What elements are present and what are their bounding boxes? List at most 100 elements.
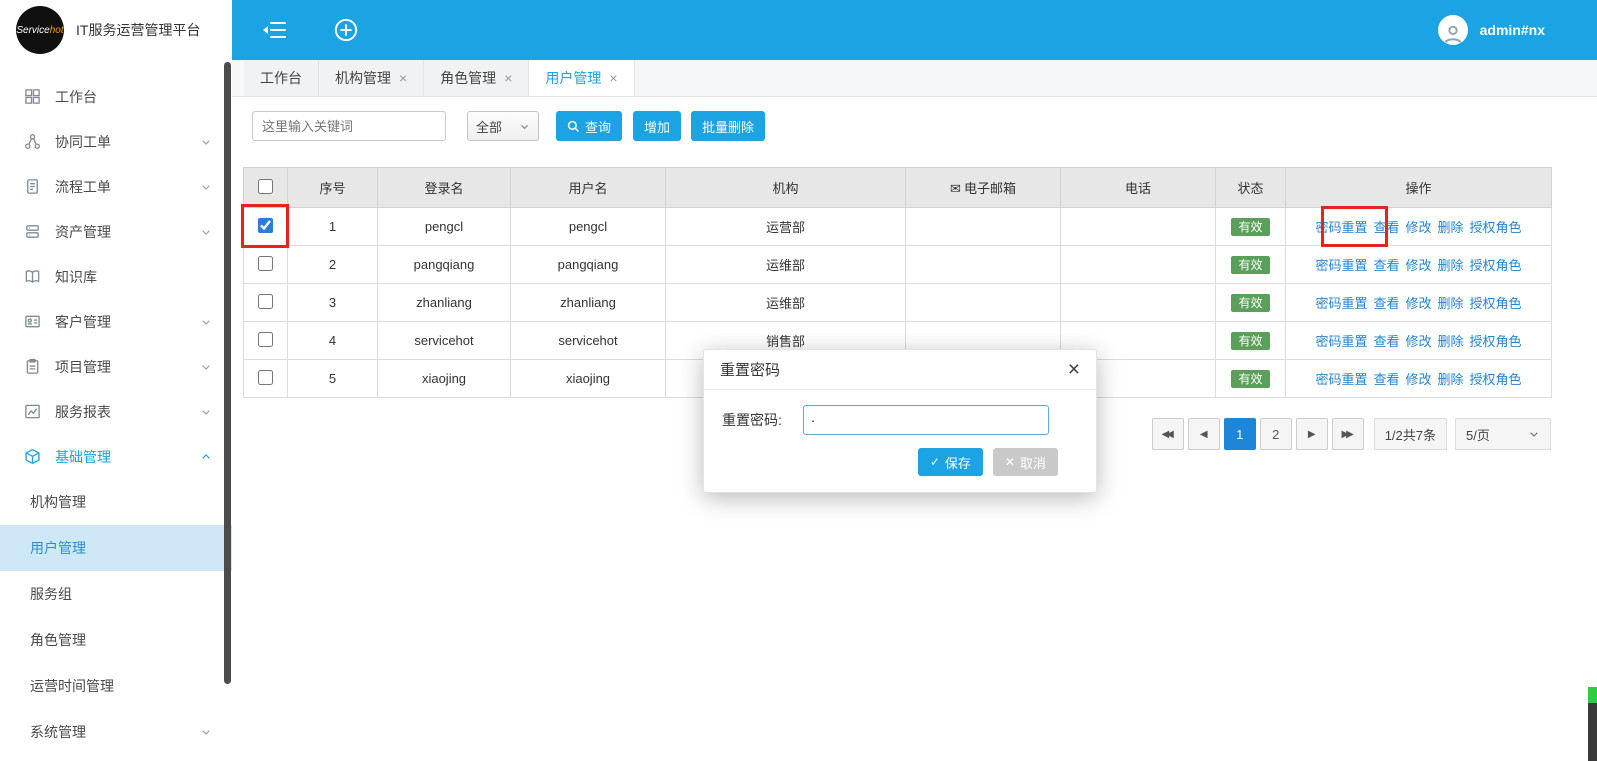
sidebar-item-service-reports[interactable]: 服务报表 xyxy=(0,389,232,434)
chevron-down-icon xyxy=(200,316,212,328)
view-link[interactable]: 查看 xyxy=(1373,334,1399,349)
sidebar-item-system-mgmt[interactable]: 系统管理 xyxy=(0,709,232,755)
next-page-button[interactable]: ▶ xyxy=(1296,418,1328,450)
table-cell: pangqiang xyxy=(511,246,666,284)
delete-link[interactable]: 删除 xyxy=(1438,372,1464,387)
page-size-select[interactable]: 5/页 xyxy=(1455,418,1551,450)
row-checkbox[interactable] xyxy=(258,218,273,233)
tab-workbench[interactable]: 工作台 xyxy=(244,60,319,96)
table-cell: 有效 xyxy=(1216,322,1286,360)
close-icon[interactable]: × xyxy=(504,70,512,86)
view-link[interactable]: 查看 xyxy=(1373,372,1399,387)
username: admin#nx xyxy=(1480,22,1545,38)
user-menu[interactable]: admin#nx xyxy=(1438,15,1545,45)
edit-link[interactable]: 修改 xyxy=(1405,220,1431,235)
close-icon[interactable]: × xyxy=(609,70,617,86)
edit-link[interactable]: 修改 xyxy=(1405,296,1431,311)
add-new-icon[interactable] xyxy=(332,18,360,42)
delete-link[interactable]: 删除 xyxy=(1438,334,1464,349)
status-filter-select[interactable]: 全部 xyxy=(467,111,539,141)
status-badge: 有效 xyxy=(1231,256,1269,274)
row-checkbox[interactable] xyxy=(258,370,273,385)
table-cell: servicehot xyxy=(511,322,666,360)
tab-label: 用户管理 xyxy=(545,68,601,88)
row-checkbox[interactable] xyxy=(258,256,273,271)
sidebar-item-workbench[interactable]: 工作台 xyxy=(0,74,232,119)
sidebar-item-user-mgmt[interactable]: 用户管理 xyxy=(0,525,232,571)
reset-password-link[interactable]: 密码重置 xyxy=(1315,296,1367,311)
delete-link[interactable]: 删除 xyxy=(1438,258,1464,273)
table-cell: xiaojing xyxy=(511,360,666,398)
sidebar-toggle-icon[interactable] xyxy=(260,18,288,42)
edit-link[interactable]: 修改 xyxy=(1405,258,1431,273)
page-scrollbar-thumb[interactable] xyxy=(1588,687,1597,761)
view-link[interactable]: 查看 xyxy=(1373,220,1399,235)
query-button[interactable]: 查询 xyxy=(556,111,622,141)
select-all-checkbox[interactable] xyxy=(258,179,273,194)
keyword-search-input[interactable] xyxy=(252,111,446,141)
table-cell: 运维部 xyxy=(666,284,906,322)
tab-role-mgmt[interactable]: 角色管理 × xyxy=(424,60,529,96)
delete-link[interactable]: 删除 xyxy=(1438,220,1464,235)
view-link[interactable]: 查看 xyxy=(1373,258,1399,273)
close-icon[interactable]: × xyxy=(1068,359,1080,380)
sidebar-item-customers[interactable]: 客户管理 xyxy=(0,299,232,344)
cancel-button[interactable]: ✕取消 xyxy=(993,448,1058,476)
row-checkbox[interactable] xyxy=(258,332,273,347)
sidebar-item-assets[interactable]: 资产管理 xyxy=(0,209,232,254)
status-badge: 有效 xyxy=(1231,332,1269,350)
envelope-icon: ✉ xyxy=(950,181,961,196)
modal-header: 重置密码 × xyxy=(704,350,1096,390)
reset-password-link[interactable]: 密码重置 xyxy=(1315,334,1367,349)
authorize-role-link[interactable]: 授权角色 xyxy=(1470,296,1522,311)
row-checkbox[interactable] xyxy=(258,294,273,309)
batch-delete-button[interactable]: 批量删除 xyxy=(691,111,765,141)
reset-password-input[interactable] xyxy=(803,405,1049,435)
sidebar-item-knowledge-base[interactable]: 知识库 xyxy=(0,254,232,299)
close-icon[interactable]: × xyxy=(399,70,407,86)
tab-user-mgmt[interactable]: 用户管理 × xyxy=(529,60,634,96)
edit-link[interactable]: 修改 xyxy=(1405,334,1431,349)
reset-password-link[interactable]: 密码重置 xyxy=(1315,258,1367,273)
reset-password-label: 重置密码: xyxy=(722,410,782,430)
logo-area: Servicehot IT服务运营管理平台 xyxy=(0,0,232,60)
sidebar-item-basic-mgmt[interactable]: 基础管理 xyxy=(0,434,232,479)
table-cell: 4 xyxy=(288,322,378,360)
last-page-button[interactable]: ▶▶ xyxy=(1332,418,1364,450)
delete-link[interactable]: 删除 xyxy=(1438,296,1464,311)
cross-icon: ✕ xyxy=(1005,455,1015,469)
sidebar-item-org-mgmt[interactable]: 机构管理 xyxy=(0,479,232,525)
sidebar-item-process-orders[interactable]: 流程工单 xyxy=(0,164,232,209)
avatar[interactable] xyxy=(1438,15,1468,45)
view-link[interactable]: 查看 xyxy=(1373,296,1399,311)
page-button-2[interactable]: 2 xyxy=(1260,418,1292,450)
tab-org-mgmt[interactable]: 机构管理× xyxy=(319,60,424,96)
authorize-role-link[interactable]: 授权角色 xyxy=(1470,258,1522,273)
authorize-role-link[interactable]: 授权角色 xyxy=(1470,220,1522,235)
sidebar-item-collab-orders[interactable]: 协同工单 xyxy=(0,119,232,164)
check-icon: ✓ xyxy=(930,455,940,469)
authorize-role-link[interactable]: 授权角色 xyxy=(1470,334,1522,349)
table-cell: 密码重置查看修改删除授权角色 xyxy=(1286,322,1552,360)
save-button[interactable]: ✓保存 xyxy=(918,448,983,476)
table-cell xyxy=(906,208,1061,246)
table-cell xyxy=(244,322,288,360)
prev-page-button[interactable]: ◀ xyxy=(1188,418,1220,450)
sidebar-item-service-group[interactable]: 服务组 xyxy=(0,571,232,617)
id-card-icon xyxy=(24,313,42,331)
search-icon xyxy=(567,120,580,133)
reset-password-link[interactable]: 密码重置 xyxy=(1315,372,1367,387)
page-button-1[interactable]: 1 xyxy=(1224,418,1256,450)
sidebar-item-projects[interactable]: 项目管理 xyxy=(0,344,232,389)
first-page-button[interactable]: ◀◀ xyxy=(1152,418,1184,450)
sidebar-item-label: 流程工单 xyxy=(55,177,111,197)
sidebar-item-optime-mgmt[interactable]: 运营时间管理 xyxy=(0,663,232,709)
edit-link[interactable]: 修改 xyxy=(1405,372,1431,387)
sidebar-scrollbar[interactable] xyxy=(224,62,231,684)
authorize-role-link[interactable]: 授权角色 xyxy=(1470,372,1522,387)
sidebar-item-role-mgmt[interactable]: 角色管理 xyxy=(0,617,232,663)
reset-password-link[interactable]: 密码重置 xyxy=(1315,220,1367,235)
table-cell xyxy=(244,360,288,398)
add-button[interactable]: 增加 xyxy=(633,111,681,141)
tab-label: 角色管理 xyxy=(440,68,496,88)
